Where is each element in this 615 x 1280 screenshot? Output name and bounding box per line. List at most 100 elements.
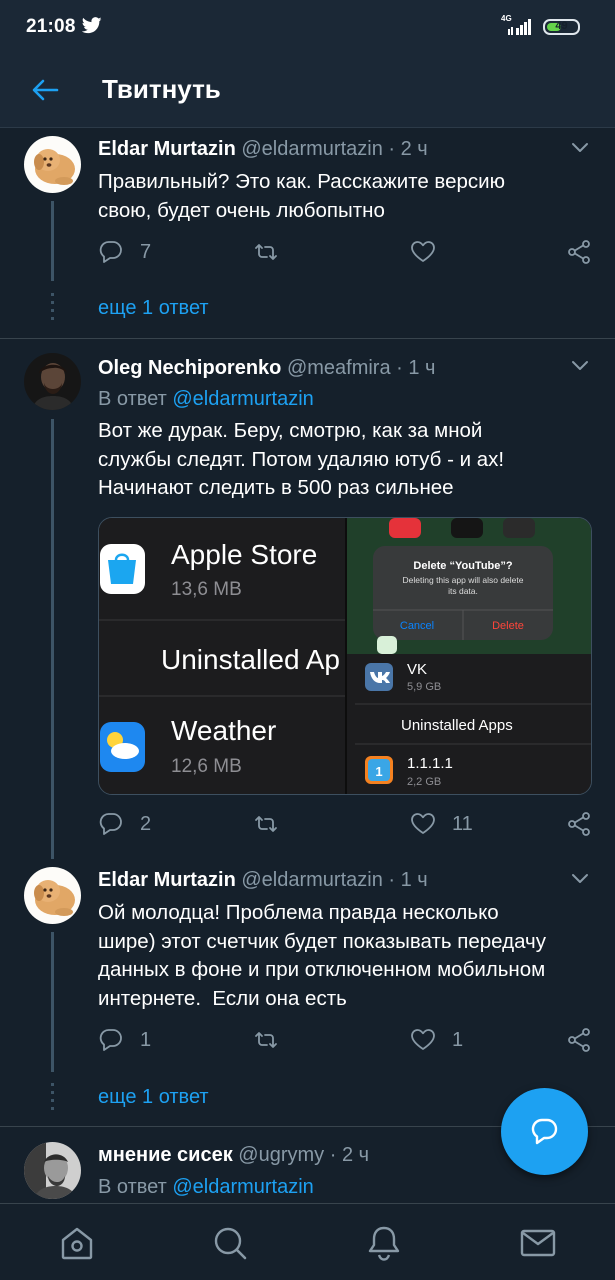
messages-icon[interactable]: [518, 1223, 558, 1263]
reply-count: 1: [140, 1028, 152, 1051]
reply-icon: [99, 241, 122, 263]
like-icon: [411, 1029, 435, 1050]
reply-count: 2: [140, 812, 152, 835]
media-left-section-label: Uninstalled Ap: [161, 644, 340, 675]
bottom-navigation: [0, 1203, 615, 1280]
page-title: Твитнуть: [102, 74, 221, 104]
retweet-icon: [255, 244, 277, 260]
share-icon: [568, 1028, 590, 1052]
media-right-section-label: Uninstalled Apps: [401, 717, 513, 734]
tweet-item[interactable]: Eldar Murtazin @eldarmurtazin · 1 ч Ой м…: [0, 859, 615, 1125]
thread-gap-dots: [51, 293, 54, 323]
media-right-app1-size: 5,9 GB: [407, 681, 441, 693]
retweet-button[interactable]: [253, 237, 295, 267]
reply-button[interactable]: 7: [98, 237, 151, 267]
tweet-media-image[interactable]: 1 Apple Store 13,6 MB Uninstalled Ap Wea…: [98, 517, 592, 795]
show-more-replies-link[interactable]: еще 1 ответ: [98, 297, 209, 320]
reply-button[interactable]: 1: [98, 1025, 151, 1055]
chevron-down-icon[interactable]: [570, 872, 590, 886]
like-count: 11: [452, 812, 473, 835]
tweet-item[interactable]: Eldar Murtazin @eldarmurtazin · 2 ч Прав…: [0, 128, 615, 338]
notifications-icon[interactable]: [364, 1223, 404, 1263]
vk-icon: [365, 663, 393, 691]
share-button[interactable]: [566, 809, 592, 839]
thread-line: [51, 419, 54, 859]
like-button[interactable]: 1: [410, 1025, 463, 1055]
author-handle[interactable]: @meafmira: [287, 357, 391, 379]
tweet-text-line: интернете. Если она есть: [98, 986, 347, 1010]
media-right-app2-size: 2,2 GB: [407, 776, 441, 788]
like-count: 1: [452, 1028, 464, 1051]
like-icon: [411, 241, 435, 262]
chevron-down-icon[interactable]: [570, 359, 590, 373]
tweet-time: · 2 ч: [329, 1144, 370, 1166]
author-name[interactable]: Oleg Nechiporenko: [98, 357, 281, 379]
reply-context: В ответ @eldarmurtazin: [98, 1176, 314, 1199]
author-handle[interactable]: @eldarmurtazin: [241, 138, 382, 160]
media-dialog-cancel: Cancel: [400, 620, 434, 632]
author-name[interactable]: Eldar Murtazin: [98, 869, 236, 891]
media-right-app1-name: VK: [407, 661, 427, 678]
reply-icon: [99, 1029, 122, 1051]
signal-icon: [508, 19, 531, 35]
tweet-text: Вот же дурак. Беру, смотрю, как за мной …: [98, 417, 598, 503]
reply-count: 7: [140, 240, 152, 263]
tweet-text-line: свою, будет очень любопытно: [98, 198, 385, 222]
tweet-header: мнение сисек @ugrymy · 2 ч: [98, 1144, 369, 1167]
tweet-text-line: службы следят. Потом удаляю ютуб - и ах!: [98, 447, 505, 471]
search-icon[interactable]: [210, 1223, 250, 1263]
media-left-app1-size: 13,6 MB: [171, 579, 242, 600]
status-bar: 21:08 4G 49: [0, 0, 615, 52]
media-left-app2-name: Weather: [171, 715, 276, 746]
avatar[interactable]: [24, 136, 81, 193]
author-name[interactable]: мнение сисек: [98, 1144, 233, 1166]
thread-gap-dots: [51, 1083, 54, 1113]
chevron-down-icon[interactable]: [570, 141, 590, 155]
tweet-text-line: Ой молодца! Проблема правда несколько: [98, 901, 499, 924]
reply-context: В ответ @eldarmurtazin: [98, 388, 314, 411]
battery-level: 49: [555, 20, 568, 32]
compose-reply-icon: [531, 1118, 558, 1145]
tweet-time: · 2 ч: [388, 138, 428, 160]
tweet-text-line: шире) этот счетчик будет показывать пере…: [98, 929, 546, 953]
tweet-text-line: Начинают следить в 500 раз сильнее: [98, 476, 454, 499]
share-button[interactable]: [566, 237, 592, 267]
tweet-text: Правильный? Это как. Расскажите версию с…: [98, 168, 598, 225]
home-icon[interactable]: [57, 1223, 97, 1263]
top-app-bar: Твитнуть: [0, 52, 615, 128]
retweet-button[interactable]: [253, 1025, 295, 1055]
back-arrow-icon[interactable]: [30, 75, 60, 105]
author-name[interactable]: Eldar Murtazin: [98, 138, 236, 160]
weather-icon: [100, 722, 145, 772]
author-handle[interactable]: @ugrymy: [238, 1144, 324, 1166]
tweet-header: Eldar Murtazin @eldarmurtazin · 1 ч: [98, 869, 428, 892]
media-left-app2-size: 12,6 MB: [171, 756, 242, 777]
retweet-button[interactable]: [253, 809, 295, 839]
retweet-icon: [255, 816, 277, 832]
like-button[interactable]: [410, 237, 452, 267]
tweet-text: Ой молодца! Проблема правда несколько ши…: [98, 899, 598, 1013]
tweet-header: Oleg Nechiporenko @meafmira · 1 ч: [98, 357, 435, 380]
twitter-icon: [82, 17, 102, 34]
reply-mention-link[interactable]: @eldarmurtazin: [172, 1176, 313, 1198]
like-button[interactable]: 11: [410, 809, 473, 839]
avatar[interactable]: [24, 867, 81, 924]
thread-line: [51, 201, 54, 281]
media-left-app1-name: Apple Store: [171, 539, 317, 570]
author-handle[interactable]: @eldarmurtazin: [241, 869, 382, 891]
retweet-icon: [255, 1032, 277, 1048]
tweet-text-line: Вот же дурак. Беру, смотрю, как за мной: [98, 419, 483, 442]
share-icon: [568, 240, 590, 264]
share-button[interactable]: [566, 1025, 592, 1055]
avatar[interactable]: [24, 1142, 81, 1199]
cloudflare-1111-icon: 1: [365, 756, 393, 784]
compose-reply-button[interactable]: [501, 1088, 588, 1175]
avatar[interactable]: [24, 353, 81, 410]
like-icon: [411, 813, 435, 834]
reply-button[interactable]: 2: [98, 809, 151, 839]
tweet-text-line: данных в фоне и при отключенном мобильно…: [98, 958, 546, 981]
app-store-icon: [100, 544, 145, 594]
reply-to-label: В ответ: [98, 388, 167, 410]
show-more-replies-link[interactable]: еще 1 ответ: [98, 1086, 209, 1109]
reply-mention-link[interactable]: @eldarmurtazin: [172, 388, 313, 410]
